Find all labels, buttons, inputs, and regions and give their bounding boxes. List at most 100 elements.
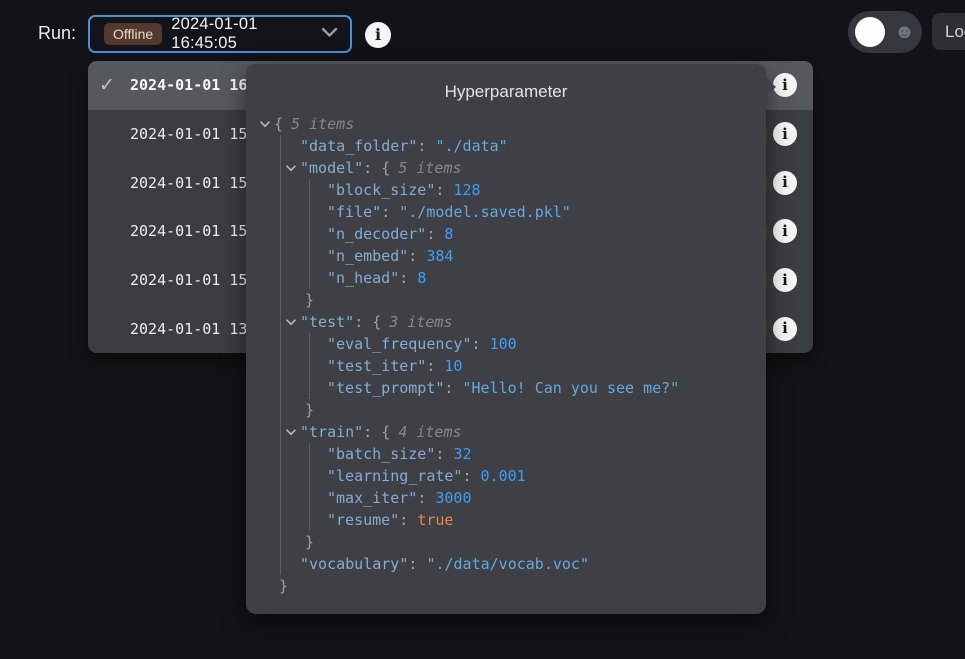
json-bool: true xyxy=(417,511,453,529)
json-line: "learning_rate": 0.001 xyxy=(258,465,766,487)
json-colon: : xyxy=(417,137,435,155)
json-meta: 5 items xyxy=(398,159,461,177)
json-line: "n_embed": 384 xyxy=(258,245,766,267)
json-line: "data_folder": "./data" xyxy=(258,135,766,157)
info-icon[interactable]: i xyxy=(773,171,797,195)
check-icon: ✓ xyxy=(99,74,130,97)
json-key: "vocabulary" xyxy=(300,555,408,573)
json-colon: : xyxy=(408,247,426,265)
indent-guide xyxy=(309,443,310,531)
app-window: Run: Offline 2024-01-01 16:45:05 i ☻ Log… xyxy=(0,0,965,659)
json-num: 8 xyxy=(444,225,453,243)
smiley-icon: ☻ xyxy=(894,20,915,44)
info-icon[interactable]: i xyxy=(773,219,797,243)
info-icon[interactable]: i xyxy=(365,22,391,48)
info-icon[interactable]: i xyxy=(773,268,797,292)
run-label: Run: xyxy=(38,23,76,44)
json-key: "learning_rate" xyxy=(327,467,462,485)
theme-toggle[interactable]: ☻ xyxy=(848,11,922,53)
json-key: "n_embed" xyxy=(327,247,408,265)
json-num: 384 xyxy=(426,247,453,265)
json-key: "n_head" xyxy=(327,269,399,287)
run-option-label: 2024-01-01 15 xyxy=(130,222,247,240)
info-glyph: i xyxy=(782,224,788,239)
json-line: "n_head": 8 xyxy=(258,267,766,289)
collapse-chevron-icon[interactable] xyxy=(286,165,300,172)
json-line: "test": {3 items xyxy=(258,311,766,333)
hyperparameter-tooltip: Hyperparameter {5 items"data_folder": ".… xyxy=(246,64,766,614)
run-option-label: 2024-01-01 13 xyxy=(130,320,247,338)
json-colon: : xyxy=(417,489,435,507)
tooltip-arrow xyxy=(765,77,776,97)
json-line: "vocabulary": "./data/vocab.voc" xyxy=(258,553,766,575)
info-glyph: i xyxy=(375,27,381,43)
json-colon: : xyxy=(435,181,453,199)
collapse-chevron-icon[interactable] xyxy=(286,429,300,436)
info-icon[interactable]: i xyxy=(773,73,797,97)
json-key: "test_iter" xyxy=(327,357,426,375)
json-meta: 3 items xyxy=(389,313,452,331)
json-num: 100 xyxy=(490,335,517,353)
json-line: "max_iter": 3000 xyxy=(258,487,766,509)
info-icon[interactable]: i xyxy=(773,122,797,146)
json-meta: 5 items xyxy=(291,115,354,133)
json-line: {5 items xyxy=(258,113,766,135)
collapse-chevron-icon[interactable] xyxy=(260,121,274,128)
json-line: "block_size": 128 xyxy=(258,179,766,201)
json-punct: } xyxy=(305,401,314,419)
tooltip-title: Hyperparameter xyxy=(246,82,766,102)
json-key: "block_size" xyxy=(327,181,435,199)
json-line: "batch_size": 32 xyxy=(258,443,766,465)
json-colon: : xyxy=(472,335,490,353)
json-colon: : xyxy=(426,357,444,375)
json-line: "train": {4 items xyxy=(258,421,766,443)
run-option-label: 2024-01-01 15 xyxy=(130,271,247,289)
run-selector[interactable]: Offline 2024-01-01 16:45:05 xyxy=(88,15,352,53)
json-key: "batch_size" xyxy=(327,445,435,463)
info-glyph: i xyxy=(782,321,788,336)
json-punct: } xyxy=(305,291,314,309)
json-num: 10 xyxy=(444,357,462,375)
json-punct: { xyxy=(381,159,390,177)
json-colon: : xyxy=(408,555,426,573)
json-line: } xyxy=(258,575,766,597)
json-punct: { xyxy=(381,423,390,441)
json-key: "max_iter" xyxy=(327,489,417,507)
json-key: "model" xyxy=(300,159,363,177)
info-glyph: i xyxy=(782,175,788,190)
json-key: "resume" xyxy=(327,511,399,529)
run-option-label: 2024-01-01 15 xyxy=(130,125,247,143)
json-key: "data_folder" xyxy=(300,137,417,155)
run-option-label: 2024-01-01 15 xyxy=(130,174,247,192)
json-colon: : xyxy=(381,203,399,221)
info-glyph: i xyxy=(782,78,788,93)
json-punct: } xyxy=(305,533,314,551)
json-str: "Hello! Can you see me?" xyxy=(462,379,679,397)
json-key: "test_prompt" xyxy=(327,379,444,397)
json-num: 0.001 xyxy=(481,467,526,485)
json-key: "test" xyxy=(300,313,354,331)
json-line: } xyxy=(258,531,766,553)
indent-guide xyxy=(280,135,281,575)
info-icon[interactable]: i xyxy=(773,317,797,341)
json-key: "train" xyxy=(300,423,363,441)
collapse-chevron-icon[interactable] xyxy=(286,319,300,326)
json-line: "test_iter": 10 xyxy=(258,355,766,377)
json-tree: {5 items"data_folder": "./data""model": … xyxy=(258,113,766,597)
toggle-knob[interactable] xyxy=(855,17,885,47)
info-glyph: i xyxy=(782,273,788,288)
json-colon: : xyxy=(462,467,480,485)
log-button[interactable]: Log xyxy=(932,13,965,50)
json-key: "file" xyxy=(327,203,381,221)
run-selector-value: 2024-01-01 16:45:05 xyxy=(171,15,312,53)
json-str: "./data/vocab.voc" xyxy=(426,555,589,573)
chevron-down-icon xyxy=(321,25,338,43)
json-line: "resume": true xyxy=(258,509,766,531)
json-line: "n_decoder": 8 xyxy=(258,223,766,245)
json-line: "test_prompt": "Hello! Can you see me?" xyxy=(258,377,766,399)
json-colon: : xyxy=(444,379,462,397)
json-key: "eval_frequency" xyxy=(327,335,472,353)
json-colon: : xyxy=(354,313,372,331)
json-colon: : xyxy=(363,159,381,177)
json-num: 128 xyxy=(453,181,480,199)
